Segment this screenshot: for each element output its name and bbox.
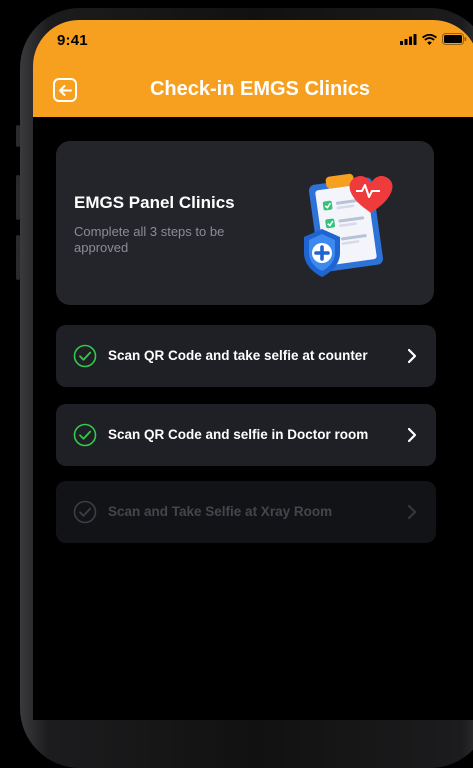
- chevron-right-icon: [407, 348, 417, 364]
- chevron-right-icon: [407, 427, 417, 443]
- chevron-right-icon: [407, 504, 417, 520]
- clinic-info-card: EMGS Panel Clinics Complete all 3 steps …: [56, 141, 434, 305]
- battery-icon: [442, 33, 467, 45]
- app-screen: 9:41 Check-in EMGS Clinics EMGS Panel Cl…: [33, 20, 473, 720]
- check-circle-icon: [73, 344, 97, 368]
- card-subtitle: Complete all 3 steps to be approved: [74, 224, 225, 255]
- status-time: 9:41: [57, 32, 88, 49]
- phone-side-button: [16, 125, 20, 147]
- step-item-doctor-room[interactable]: Scan QR Code and selfie in Doctor room: [56, 404, 436, 466]
- page-title: Check-in EMGS Clinics: [149, 78, 371, 100]
- signal-icon: [400, 33, 417, 45]
- check-circle-icon: [73, 500, 97, 524]
- phone-side-button: [16, 175, 20, 220]
- check-circle-icon: [73, 423, 97, 447]
- step-label: Scan and Take Selfie at Xray Room: [108, 504, 333, 519]
- card-title: EMGS Panel Clinics: [74, 193, 235, 212]
- medical-checklist-icon: [304, 173, 393, 277]
- app-header: 9:41 Check-in EMGS Clinics: [33, 20, 473, 117]
- wifi-icon: [422, 33, 437, 45]
- status-icons: [400, 33, 467, 45]
- step-item-xray-room: Scan and Take Selfie at Xray Room: [56, 481, 436, 543]
- phone-side-button: [16, 235, 20, 280]
- step-label: Scan QR Code and take selfie at counter: [108, 348, 368, 363]
- step-label: Scan QR Code and selfie in Doctor room: [108, 427, 369, 442]
- step-item-counter[interactable]: Scan QR Code and take selfie at counter: [56, 325, 436, 387]
